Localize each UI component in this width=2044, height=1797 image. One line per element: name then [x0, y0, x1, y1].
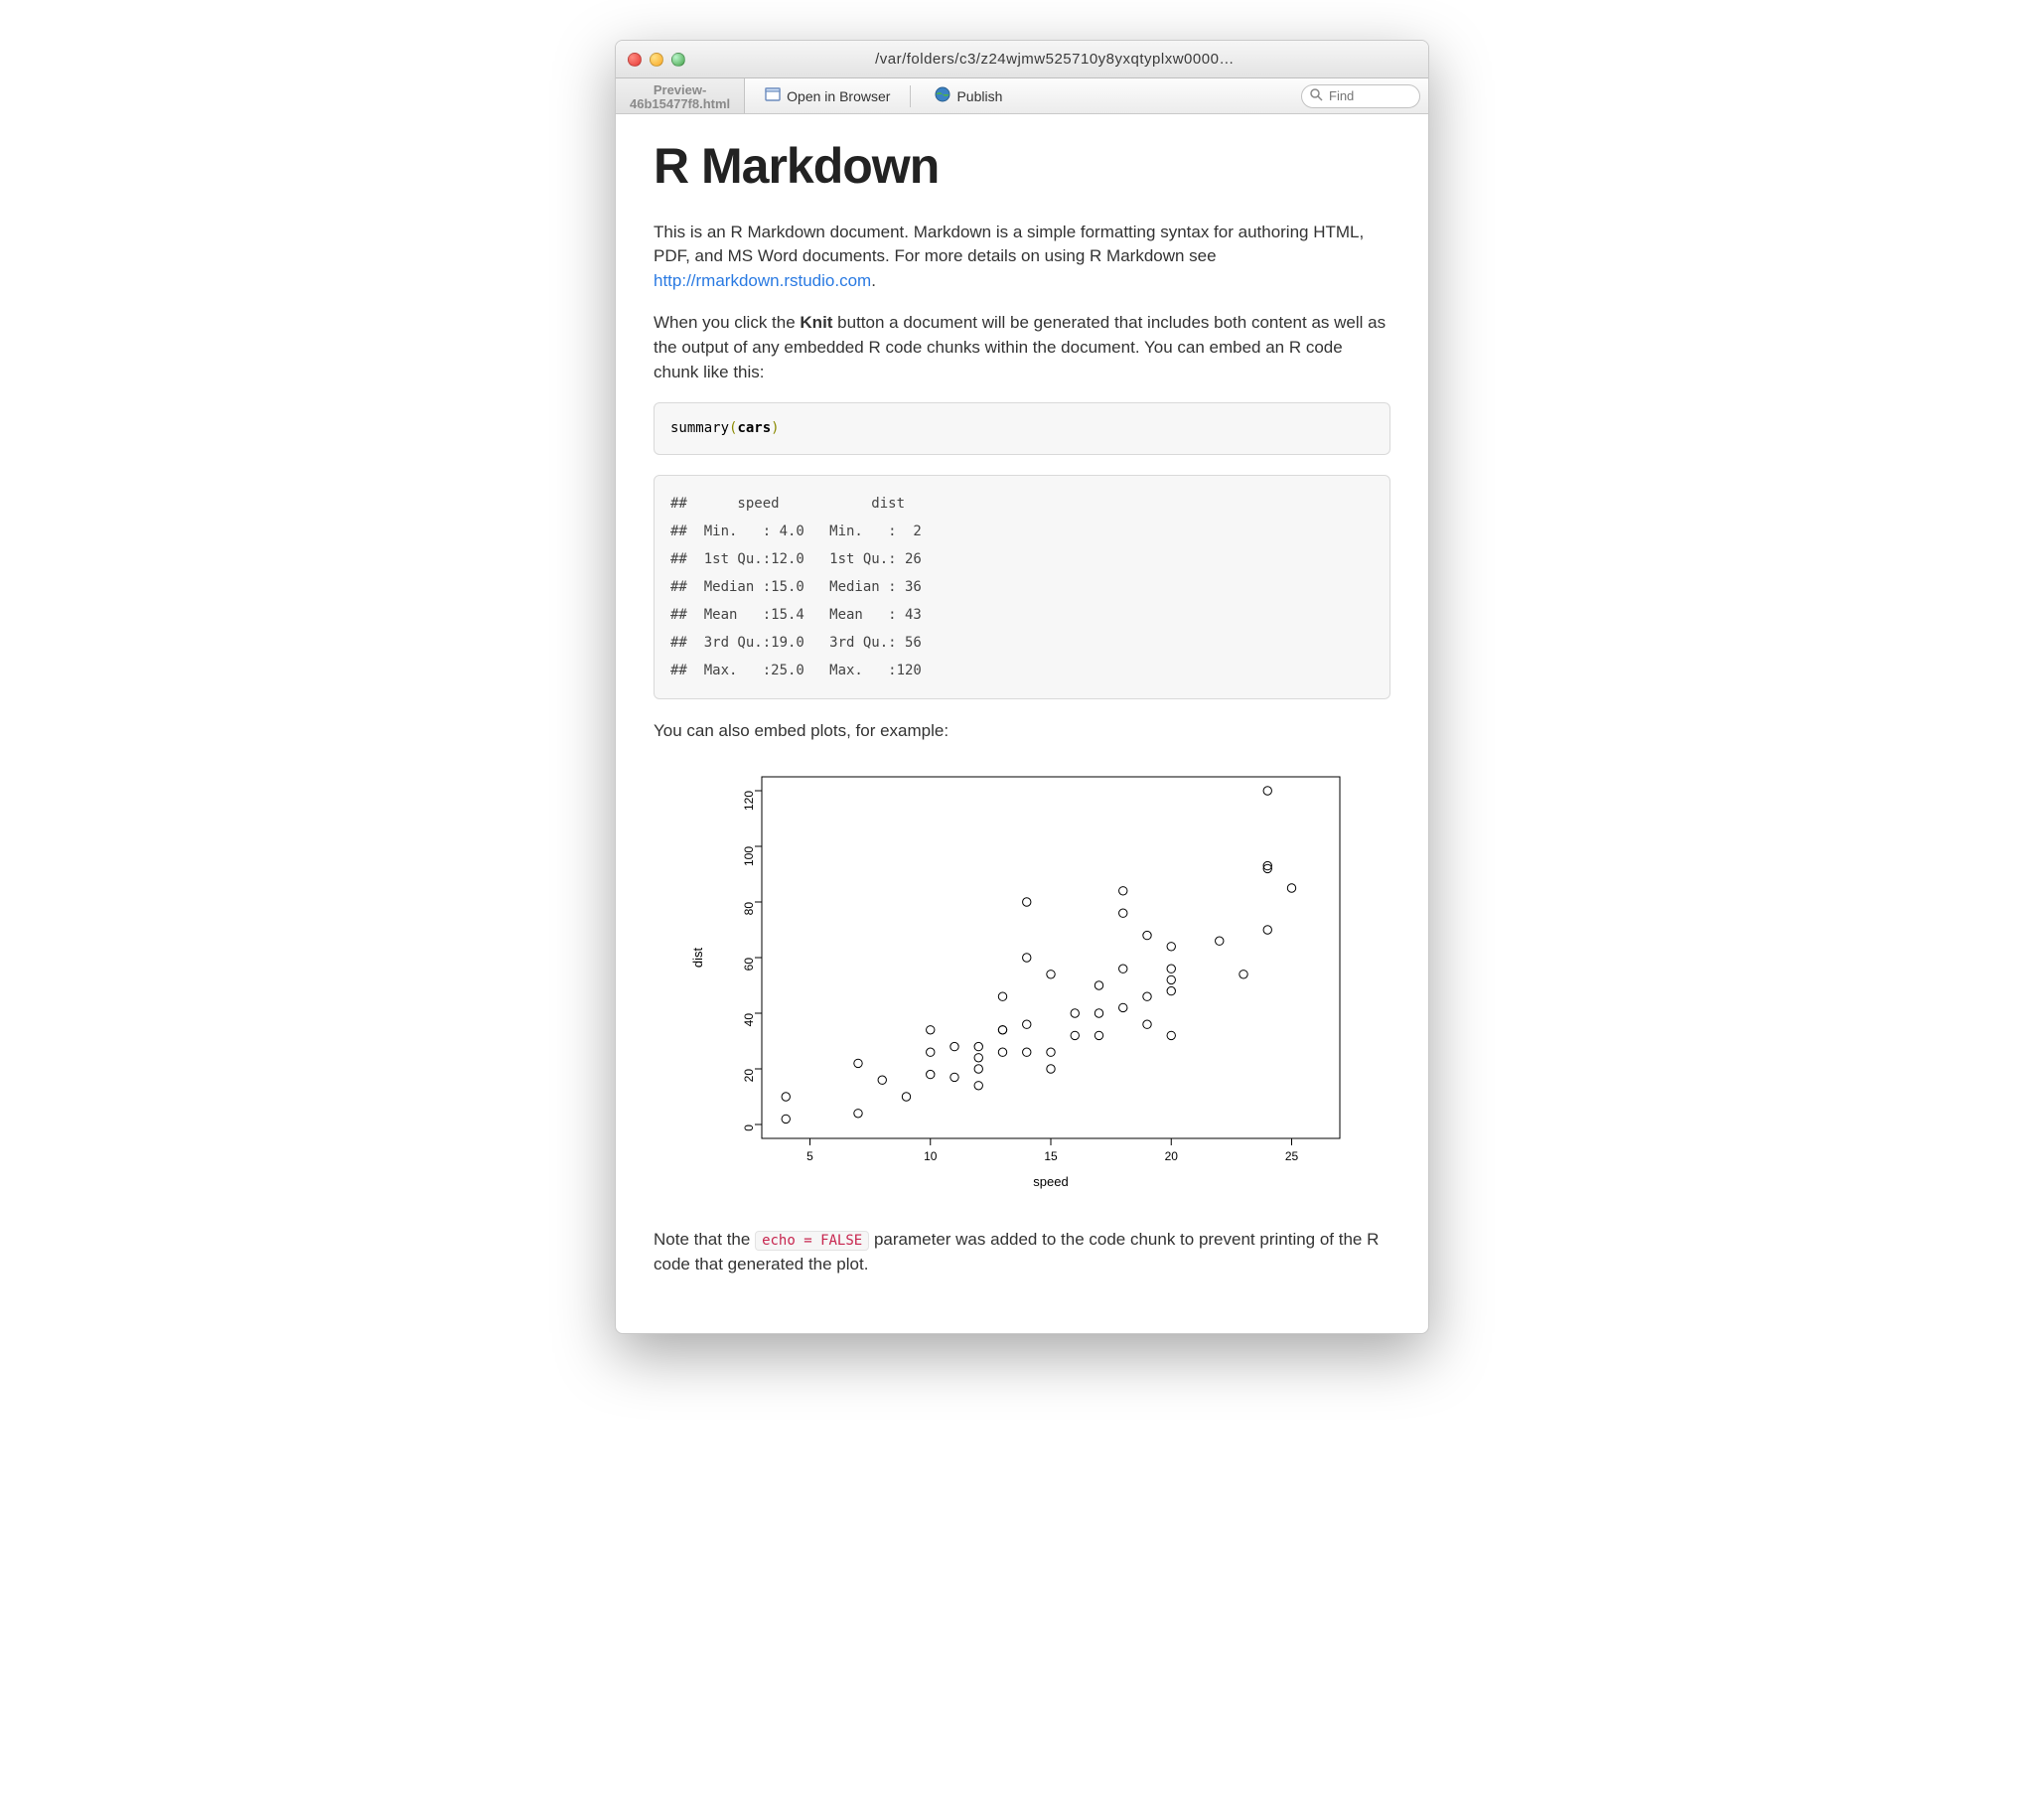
knit-paragraph: When you click the Knit button a documen…: [654, 311, 1390, 384]
toolbar-separator: [910, 85, 911, 107]
echo-paragraph: Note that the echo = FALSE parameter was…: [654, 1228, 1390, 1276]
preview-window: /var/folders/c3/z24wjmw525710y8yxqtyplxw…: [615, 40, 1429, 1334]
svg-text:20: 20: [742, 1069, 756, 1083]
publish-label: Publish: [956, 88, 1002, 104]
echo-text-a: Note that the: [654, 1230, 755, 1249]
preview-tab[interactable]: Preview- 46b15477f8.html: [616, 78, 745, 113]
svg-text:15: 15: [1044, 1149, 1058, 1163]
plot-container: 5 10 15 20 25 0 20 40 60 80 100 120 speed dist: [654, 763, 1390, 1200]
minimize-icon[interactable]: [650, 53, 663, 67]
rmarkdown-link[interactable]: http://rmarkdown.rstudio.com: [654, 271, 871, 290]
close-icon[interactable]: [628, 53, 642, 67]
embed-plots-paragraph: You can also embed plots, for example:: [654, 719, 1390, 744]
publish-button[interactable]: Publish: [923, 83, 1014, 109]
svg-text:25: 25: [1285, 1149, 1299, 1163]
zoom-icon[interactable]: [671, 53, 685, 67]
window-controls: [628, 53, 685, 67]
browser-window-icon: [765, 87, 781, 104]
document-content: R Markdown This is an R Markdown documen…: [616, 114, 1428, 1333]
find-input[interactable]: [1329, 88, 1408, 103]
svg-text:80: 80: [742, 902, 756, 916]
svg-text:speed: speed: [1033, 1174, 1068, 1189]
scatter-plot: 5 10 15 20 25 0 20 40 60 80 100 120 speed dist: [684, 763, 1360, 1200]
open-in-browser-button[interactable]: Open in Browser: [753, 83, 902, 109]
svg-text:5: 5: [806, 1149, 813, 1163]
intro-text-b: .: [871, 271, 876, 290]
toolbar: Preview- 46b15477f8.html Open in Browser…: [616, 78, 1428, 114]
svg-text:20: 20: [1165, 1149, 1179, 1163]
svg-text:120: 120: [742, 791, 756, 811]
svg-text:0: 0: [742, 1124, 756, 1131]
code-arg: cars: [737, 420, 771, 436]
inline-code-echo: echo = FALSE: [755, 1231, 869, 1251]
code-output: ## speed dist ## Min. : 4.0 Min. : 2 ## …: [654, 475, 1390, 699]
code-fn: summary: [670, 420, 729, 436]
titlebar: /var/folders/c3/z24wjmw525710y8yxqtyplxw…: [616, 41, 1428, 78]
knit-bold: Knit: [800, 313, 832, 332]
window-title: /var/folders/c3/z24wjmw525710y8yxqtyplxw…: [693, 51, 1416, 68]
intro-text-a: This is an R Markdown document. Markdown…: [654, 223, 1364, 266]
find-field[interactable]: [1301, 84, 1420, 108]
svg-text:100: 100: [742, 846, 756, 866]
knit-text-a: When you click the: [654, 313, 800, 332]
open-in-browser-label: Open in Browser: [787, 88, 890, 104]
code-chunk: summary(cars): [654, 402, 1390, 454]
svg-text:10: 10: [924, 1149, 938, 1163]
svg-text:40: 40: [742, 1013, 756, 1027]
intro-paragraph: This is an R Markdown document. Markdown…: [654, 221, 1390, 294]
svg-text:dist: dist: [690, 948, 705, 969]
globe-icon: [935, 86, 950, 106]
svg-text:60: 60: [742, 958, 756, 972]
page-title: R Markdown: [654, 130, 1390, 203]
search-icon: [1310, 88, 1323, 104]
code-close-paren: ): [771, 420, 779, 436]
